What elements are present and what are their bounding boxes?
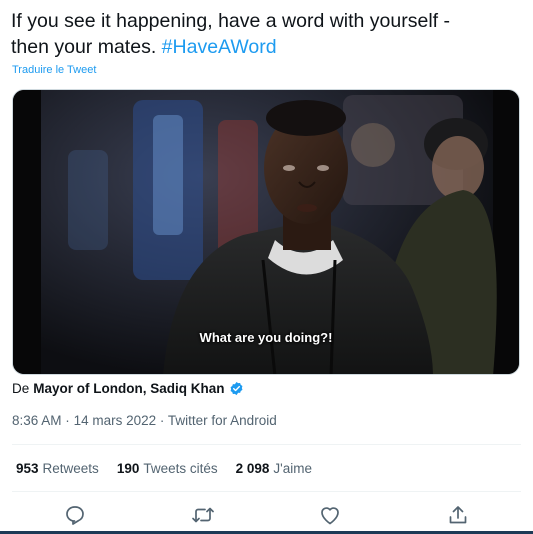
reply-icon[interactable] [63,503,87,527]
tweet-source[interactable]: Twitter for Android [168,413,277,428]
meta-separator: · [65,413,70,428]
divider [12,444,521,445]
like-icon[interactable] [318,503,342,527]
byline: De Mayor of London, Sadiq Khan [12,381,244,396]
retweets-label: Retweets [42,461,99,476]
quotes-count: 190 [116,461,140,476]
tweet-meta: 8:36 AM · 14 mars 2022 · Twitter for And… [12,413,277,428]
tweet-text-line1: If you see it happening, have a word wit… [11,10,450,32]
quotes-label: Tweets cités [143,461,218,476]
tweet-text-line2: then your mates. [11,36,157,58]
video-player[interactable]: What are you doing?! [12,89,520,375]
likes-label: J'aime [273,461,313,476]
author-link[interactable]: Mayor of London, Sadiq Khan [33,381,224,396]
retweets-stat[interactable]: 953 Retweets [16,461,99,476]
tweet-text: If you see it happening, have a word wit… [11,8,521,60]
video-caption: What are you doing?! [199,330,333,345]
divider [12,491,521,492]
retweet-icon[interactable] [191,503,215,527]
translate-tweet-link[interactable]: Traduire le Tweet [12,64,96,76]
retweets-count: 953 [16,461,39,476]
verified-badge-icon [230,381,242,396]
tweet-time[interactable]: 8:36 AM [12,413,62,428]
share-icon[interactable] [446,503,470,527]
meta-separator: · [159,413,165,428]
tweet-stats: 953 Retweets 190 Tweets cités 2 098 J'aime [16,461,312,476]
action-bar [0,503,533,527]
likes-stat[interactable]: 2 098 J'aime [236,461,312,476]
quotes-stat[interactable]: 190 Tweets cités [117,461,218,476]
tweet-date[interactable]: 14 mars 2022 [74,413,157,428]
byline-prefix: De [12,381,30,396]
likes-count: 2 098 [235,461,270,476]
hashtag-link[interactable]: #HaveAWord [162,36,277,58]
